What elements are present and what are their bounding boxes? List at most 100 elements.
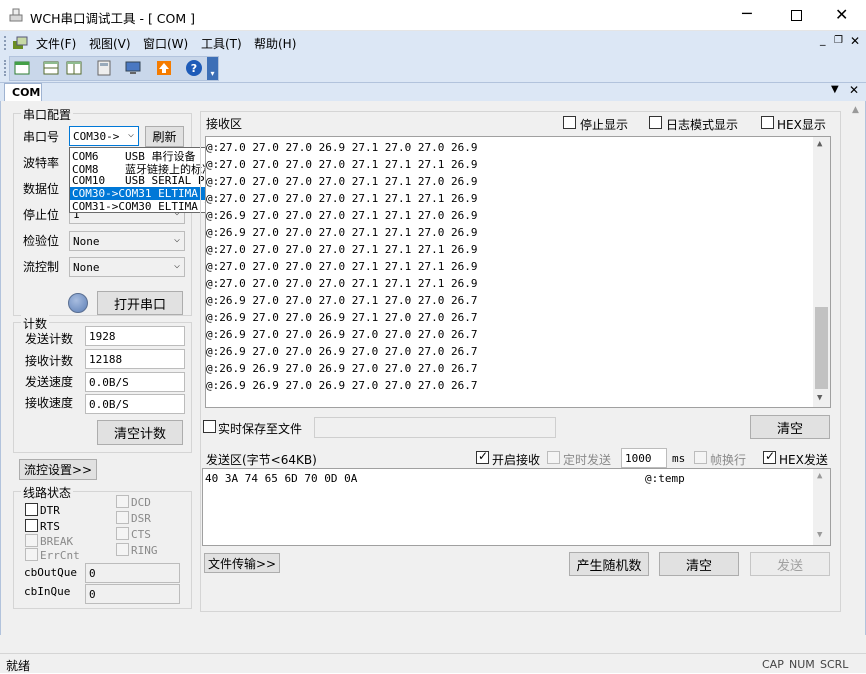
open-recv-label: 开启接收 — [492, 453, 541, 467]
cts-label: CTS — [131, 528, 151, 541]
errcnt-checkbox — [25, 548, 38, 561]
save-path-field[interactable] — [314, 417, 556, 438]
receive-line: @:26.9 26.9 27.0 26.9 27.0 27.0 27.0 26.… — [206, 379, 478, 392]
send-scrollbar[interactable]: ▲ ▼ — [813, 469, 830, 545]
chevron-down-icon: ⌵ — [173, 234, 180, 245]
timed-send-label: 定时发送 — [563, 453, 612, 467]
grip-icon — [4, 36, 6, 50]
calculator-icon[interactable] — [95, 59, 113, 77]
receive-line: @:26.9 27.0 27.0 27.0 27.1 27.0 27.0 26.… — [206, 294, 478, 307]
port-select[interactable]: COM30-> ⌵ — [69, 126, 139, 146]
file-transfer-button[interactable]: 文件传输>> — [204, 553, 280, 573]
status-bar: 就绪 CAP NUM SCRL — [0, 653, 866, 673]
mdi-close-icon[interactable]: ✕ — [850, 34, 860, 48]
databits-label: 数据位 — [23, 182, 60, 196]
flow-select[interactable]: None ⌵ — [69, 257, 185, 277]
scroll-thumb[interactable] — [815, 307, 828, 389]
cbout-label: cbOutQue — [24, 566, 77, 579]
hex-display-label: HEX显示 — [777, 118, 826, 132]
cbout-field: 0 — [85, 563, 180, 583]
receive-clear-button[interactable]: 清空 — [750, 415, 830, 439]
newline-label: 帧换行 — [710, 453, 747, 467]
num-indicator: NUM — [789, 658, 815, 671]
save-file-checkbox[interactable] — [203, 420, 216, 433]
maximize-icon[interactable] — [791, 10, 802, 21]
scroll-up-icon[interactable]: ▲ — [817, 471, 822, 481]
receive-line: @:26.9 27.0 27.0 27.0 27.1 27.1 27.0 26.… — [206, 226, 478, 239]
refresh-button[interactable]: 刷新 — [145, 126, 184, 147]
scroll-up-icon[interactable]: ▲ — [852, 105, 859, 115]
menu-help[interactable]: 帮助(H) — [254, 35, 296, 52]
serial-config-label: 串口配置 — [21, 106, 74, 123]
rts-checkbox[interactable] — [25, 519, 38, 532]
tab-list-icon[interactable]: ▼ — [831, 84, 839, 95]
close-icon[interactable]: ✕ — [835, 5, 848, 24]
open-recv-checkbox[interactable] — [476, 449, 489, 464]
hex-display-checkbox[interactable] — [761, 116, 774, 129]
baud-label: 波特率 — [23, 156, 60, 170]
open-port-button[interactable]: 打开串口 — [97, 291, 183, 315]
new-window-icon[interactable] — [13, 59, 31, 77]
tab-close-icon[interactable]: ✕ — [849, 83, 859, 97]
mdi-minimize-icon[interactable]: _ — [820, 33, 826, 46]
receive-line: @:26.9 27.0 27.0 26.9 27.1 27.0 27.0 26.… — [206, 311, 478, 324]
send-count-field: 1928 — [85, 326, 185, 346]
menu-bar: 文件(F) 视图(V) 窗口(W) 工具(T) 帮助(H) _ ❐ ✕ — [0, 31, 866, 54]
hscroll-track — [0, 635, 866, 653]
menu-view[interactable]: 视图(V) — [89, 35, 131, 52]
menu-window[interactable]: 窗口(W) — [143, 35, 188, 52]
parity-select[interactable]: None ⌵ — [69, 231, 185, 251]
mdi-restore-icon[interactable]: ❐ — [834, 35, 843, 46]
toolbar-overflow-icon[interactable]: ▾ — [207, 57, 218, 80]
menu-file[interactable]: 文件(F) — [36, 35, 76, 52]
view-scrollbar[interactable]: ▲ ▼ — [848, 101, 865, 653]
send-area[interactable]: 40 3A 74 65 6D 70 0D 0A @:temp ▲ ▼ — [202, 468, 831, 546]
save-file-label: 实时保存至文件 — [218, 422, 303, 436]
app-icon — [9, 8, 23, 22]
stop-display-checkbox[interactable] — [563, 116, 576, 129]
split-horizontal-icon[interactable] — [42, 59, 60, 77]
receive-line: @:26.9 27.0 27.0 27.0 27.1 27.1 27.0 26.… — [206, 209, 478, 222]
receive-line: @:26.9 26.9 27.0 26.9 27.0 27.0 27.0 26.… — [206, 362, 478, 375]
dsr-checkbox — [116, 511, 129, 524]
upload-icon[interactable] — [155, 59, 173, 77]
dtr-checkbox[interactable] — [25, 503, 38, 516]
random-button[interactable]: 产生随机数 — [569, 552, 649, 576]
send-title: 发送区(字节<64KB) — [206, 453, 317, 467]
recv-count-field: 12188 — [85, 349, 185, 369]
send-ascii-preview: @:temp — [645, 472, 685, 485]
help-icon[interactable]: ? — [185, 59, 203, 77]
receive-line: @:27.0 27.0 27.0 27.0 27.1 27.1 27.1 26.… — [206, 277, 478, 290]
receive-area[interactable]: @:27.0 27.0 27.0 26.9 27.1 27.0 27.0 26.… — [205, 136, 831, 408]
scroll-up-icon[interactable]: ▲ — [817, 139, 822, 149]
flow-label: 流控制 — [23, 260, 60, 274]
timed-send-checkbox[interactable] — [547, 451, 560, 464]
port-status-led — [68, 293, 88, 313]
ms-label: ms — [672, 452, 686, 465]
receive-line: @:27.0 27.0 27.0 26.9 27.1 27.0 27.0 26.… — [206, 141, 478, 154]
line-status-label: 线路状态 — [21, 484, 74, 501]
scroll-down-icon[interactable]: ▼ — [817, 393, 822, 403]
window-title: WCH串口调试工具 - [ COM ] — [30, 11, 195, 26]
newline-checkbox[interactable] — [694, 451, 707, 464]
cbin-label: cbInQue — [24, 585, 71, 598]
dsr-label: DSR — [131, 512, 151, 525]
tab-com[interactable]: COM — [4, 83, 42, 101]
interval-input[interactable]: 1000 — [621, 448, 667, 468]
status-text: 就绪 — [6, 659, 31, 673]
break-checkbox — [25, 534, 38, 547]
split-vertical-icon[interactable] — [65, 59, 83, 77]
monitor-icon[interactable] — [124, 59, 142, 77]
menu-tools[interactable]: 工具(T) — [201, 35, 242, 52]
receive-line: @:27.0 27.0 27.0 27.0 27.1 27.1 27.1 26.… — [206, 243, 478, 256]
send-clear-button[interactable]: 清空 — [659, 552, 739, 576]
send-button[interactable]: 发送 — [750, 552, 830, 576]
flow-settings-button[interactable]: 流控设置>> — [19, 459, 97, 480]
receive-scrollbar[interactable]: ▲ ▼ — [813, 137, 830, 407]
scroll-down-icon[interactable]: ▼ — [817, 530, 822, 540]
hex-send-checkbox[interactable] — [763, 449, 776, 464]
log-mode-checkbox[interactable] — [649, 116, 662, 129]
receive-line: @:27.0 27.0 27.0 27.0 27.1 27.1 27.1 26.… — [206, 192, 478, 205]
clear-count-button[interactable]: 清空计数 — [97, 420, 183, 445]
minimize-icon[interactable]: ─ — [742, 4, 752, 23]
